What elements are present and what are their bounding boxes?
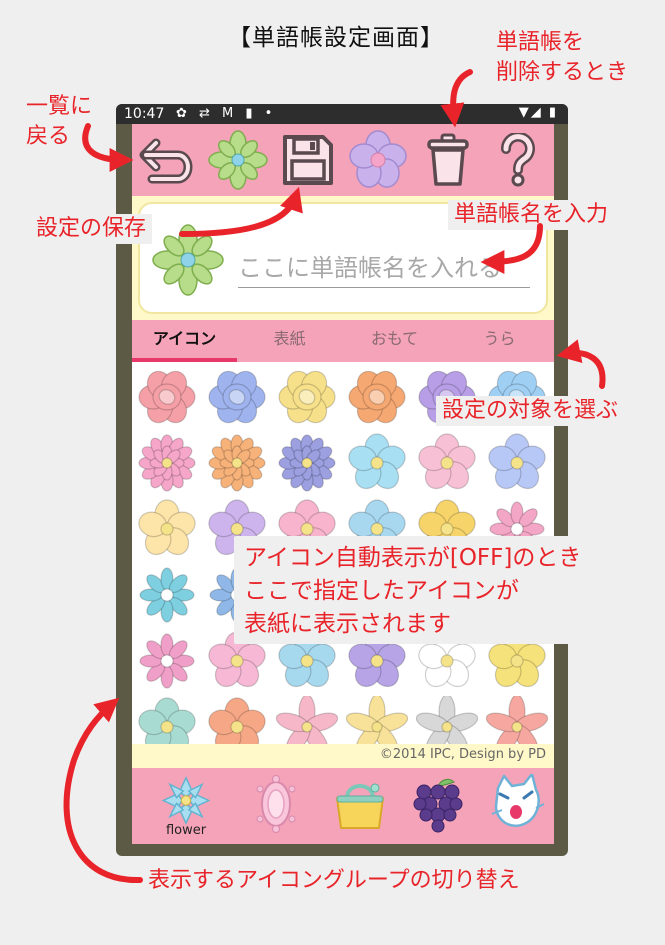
annotation-delete: 単語帳を 削除するとき	[496, 30, 629, 85]
icon-option[interactable]	[136, 564, 202, 630]
group-bag-button[interactable]	[328, 774, 392, 838]
rose-flower-icon	[348, 370, 406, 424]
icon-option[interactable]	[206, 432, 272, 498]
jewel-flower-icon	[161, 776, 211, 825]
five-flower-icon	[138, 697, 196, 744]
group-character-button[interactable]	[484, 774, 548, 838]
status-time: 10:47	[124, 106, 165, 122]
icon-option[interactable]	[415, 694, 482, 744]
icon-option[interactable]	[136, 432, 202, 498]
icon-option[interactable]	[416, 432, 482, 498]
annotation-icon-note: アイコン自動表示が[OFF]のとき ここで指定したアイコンが 表紙に表示されます	[234, 536, 636, 644]
copyright-text: ©2014 IPC, Design by PD	[379, 747, 546, 762]
green-jewel-flower-icon	[208, 130, 268, 190]
icon-option[interactable]	[136, 366, 202, 432]
copyright-bar: ©2014 IPC, Design by PD	[132, 744, 554, 768]
annotation-save: 設定の保存	[30, 214, 153, 244]
dahlia-flower-icon	[278, 434, 336, 492]
jewel-flower-icon	[139, 567, 195, 623]
lily-flower-icon	[345, 694, 409, 744]
floppy-disk-icon	[283, 135, 333, 185]
undo-arrow-icon	[139, 138, 193, 184]
icon-option[interactable]	[276, 366, 342, 432]
lily-flower-icon	[275, 694, 339, 744]
grapes-icon	[413, 778, 463, 833]
lily-flower-icon	[415, 694, 479, 744]
icon-option[interactable]	[136, 498, 202, 564]
tab-back[interactable]: うら	[447, 320, 552, 362]
dahlia-flower-icon	[208, 434, 266, 492]
toolbar	[132, 124, 554, 196]
flower-button[interactable]	[346, 128, 410, 192]
tab-cover[interactable]: 表紙	[237, 320, 342, 362]
icon-group-bar: flower	[132, 768, 554, 844]
five-flower-icon	[418, 433, 476, 490]
tab-bar: アイコン 表紙 おもて うら	[132, 320, 554, 362]
group-fruit-button[interactable]	[406, 774, 470, 838]
group-jewel-button[interactable]	[244, 774, 308, 838]
status-notification-icons: ✿ ⇄ M ▮ •	[176, 106, 277, 121]
icon-option[interactable]	[485, 694, 552, 744]
tab-icon[interactable]: アイコン	[132, 320, 237, 362]
icon-option[interactable]	[345, 694, 412, 744]
icon-option[interactable]	[486, 432, 552, 498]
annotation-groups: 表示するアイコングループの切り替え	[148, 868, 520, 893]
rose-flower-icon	[138, 370, 196, 424]
page-title: 【単語帳設定画面】	[228, 25, 444, 51]
trash-can-icon	[427, 133, 469, 186]
help-button[interactable]	[486, 128, 550, 192]
icon-option[interactable]	[206, 366, 272, 432]
five-flower-icon	[348, 433, 406, 490]
annotation-name: 単語帳名を入力	[448, 200, 615, 230]
icon-option[interactable]	[346, 366, 412, 432]
lily-flower-icon	[485, 694, 549, 744]
purple-flower-icon	[349, 130, 407, 188]
five-flower-icon	[138, 499, 196, 556]
handbag-icon	[336, 783, 384, 829]
selected-icon-preview	[152, 224, 224, 296]
tab-front[interactable]: おもて	[342, 320, 447, 362]
status-bar: 10:47 ✿ ⇄ M ▮ • ▼◢ ▮	[116, 104, 568, 124]
five-flower-icon	[208, 697, 266, 744]
group-flower-button[interactable]: flower	[154, 774, 218, 838]
app-screen: アイコン 表紙 おもて うら ©2014 IPC, Design by PD f…	[132, 124, 554, 844]
delete-button[interactable]	[416, 128, 480, 192]
question-mark-icon	[501, 133, 535, 187]
jewel-flower-icon	[139, 633, 195, 689]
dahlia-flower-icon	[138, 434, 196, 492]
annotation-back: 一覧に 戻る	[26, 94, 93, 149]
group-flower-label: flower	[165, 823, 207, 838]
five-flower-icon	[488, 433, 546, 490]
icon-option[interactable]	[275, 694, 342, 744]
rose-flower-icon	[278, 370, 336, 424]
save-button[interactable]	[276, 128, 340, 192]
cat-character-icon	[491, 774, 544, 827]
annotation-tabs: 設定の対象を選ぶ	[436, 396, 625, 426]
icon-option[interactable]	[136, 630, 202, 696]
back-button[interactable]	[136, 128, 200, 192]
icon-option[interactable]	[276, 432, 342, 498]
icon-option[interactable]	[206, 696, 272, 744]
icon-option[interactable]	[346, 432, 412, 498]
wordbook-name-input[interactable]	[238, 248, 530, 288]
rose-flower-icon	[208, 370, 266, 424]
current-icon-button[interactable]	[206, 128, 270, 192]
arrow-to-tabs	[556, 339, 606, 389]
status-system-icons: ▼◢ ▮	[518, 105, 558, 120]
jewel-ring-icon	[256, 775, 296, 833]
icon-option[interactable]	[136, 696, 202, 744]
